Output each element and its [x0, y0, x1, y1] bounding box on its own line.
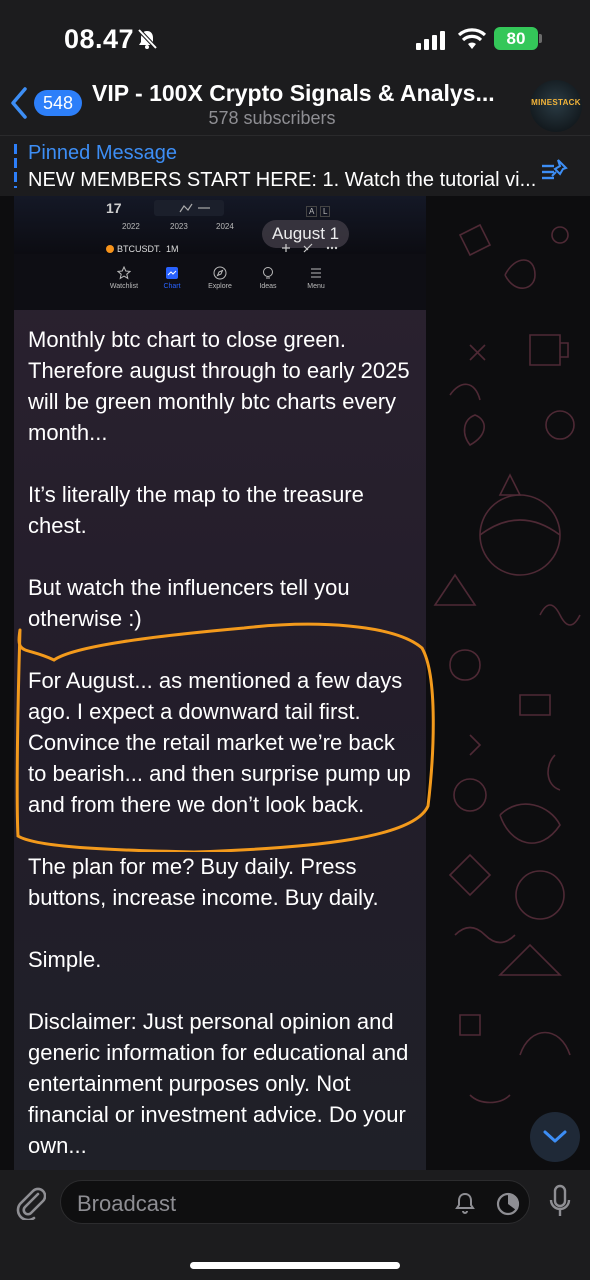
- scroll-to-bottom-button[interactable]: [530, 1112, 580, 1162]
- avatar-logo-text: MINESTACK: [531, 98, 581, 107]
- lightbulb-icon: [263, 267, 273, 279]
- pinned-title: Pinned Message: [28, 142, 177, 164]
- message-composer: Broadcast: [0, 1170, 590, 1280]
- broadcast-placeholder: Broadcast: [77, 1191, 177, 1216]
- channel-avatar[interactable]: MINESTACK: [530, 80, 582, 132]
- status-bar: 08.47 80: [0, 0, 590, 70]
- battery-indicator: 80: [494, 27, 542, 50]
- post-paragraph: Monthly btc chart to close green. Theref…: [28, 327, 410, 445]
- chevron-left-icon: [11, 87, 27, 119]
- nav-explore: Explore: [198, 266, 242, 290]
- cellular-signal-icon: [416, 31, 445, 50]
- channel-title[interactable]: VIP - 100X Crypto Signals & Analys...: [92, 80, 512, 107]
- post-paragraph: But watch the influencers tell you other…: [28, 575, 350, 631]
- chart-toolbar-icons: [154, 200, 224, 216]
- star-icon: [117, 266, 131, 280]
- channel-post: 17 2022 2023 2024 A L BTCUSDT. 1M August…: [14, 196, 426, 1171]
- nav-menu: Menu: [294, 266, 338, 290]
- chart-log-button: L: [320, 206, 331, 217]
- year-label: 2023: [170, 222, 188, 231]
- post-paragraph: Simple.: [28, 947, 102, 972]
- tradingview-logo: 17: [106, 200, 122, 216]
- chart-icon: [166, 267, 178, 279]
- subscriber-count: 578 subscribers: [208, 108, 336, 128]
- bell-icon[interactable]: [453, 1191, 477, 1215]
- broadcast-input[interactable]: Broadcast: [60, 1180, 530, 1224]
- year-label: 2024: [216, 222, 234, 231]
- post-paragraph: The plan for me? Buy daily. Press button…: [28, 854, 379, 910]
- chart-tool-icons: [282, 243, 338, 253]
- nav-ideas: Ideas: [246, 266, 290, 290]
- menu-icon: [311, 268, 321, 278]
- post-paragraph: Disclaimer: Just personal opinion and ge…: [28, 1009, 409, 1158]
- chart-screenshot-image[interactable]: 17 2022 2023 2024 A L BTCUSDT. 1M August…: [14, 196, 426, 310]
- post-paragraph: It’s literally the map to the treasure c…: [28, 482, 364, 538]
- microphone-icon[interactable]: [548, 1184, 572, 1220]
- wifi-icon: [458, 28, 486, 49]
- bell-off-icon: [137, 28, 158, 50]
- chart-auto-button: A: [306, 206, 318, 217]
- paperclip-icon[interactable]: [14, 1184, 46, 1220]
- back-button[interactable]: 548: [8, 86, 83, 120]
- compass-icon: [213, 266, 227, 280]
- chat-header: 548 VIP - 100X Crypto Signals & Analys..…: [0, 70, 590, 136]
- post-paragraph-highlighted: For August... as mentioned a few days ag…: [28, 668, 411, 817]
- pinned-list-icon[interactable]: [540, 156, 570, 184]
- pinned-message-bar[interactable]: Pinned Message NEW MEMBERS START HERE: 1…: [0, 136, 590, 196]
- home-indicator: [190, 1262, 400, 1269]
- nav-watchlist: Watchlist: [102, 266, 146, 290]
- ticker-label: BTCUSDT. 1M: [106, 244, 179, 254]
- post-text: Monthly btc chart to close green. Theref…: [28, 324, 418, 1171]
- scheduled-timer-icon[interactable]: [495, 1191, 521, 1217]
- pinned-indicator: [14, 144, 17, 188]
- battery-level: 80: [506, 29, 526, 48]
- status-time: 08.47: [64, 24, 135, 54]
- year-label: 2022: [122, 222, 140, 231]
- pinned-text: NEW MEMBERS START HERE: 1. Watch the tut…: [28, 169, 537, 191]
- unread-count-badge: 548: [34, 90, 83, 116]
- chevron-down-icon: [543, 1130, 567, 1143]
- nav-chart: Chart: [150, 266, 194, 290]
